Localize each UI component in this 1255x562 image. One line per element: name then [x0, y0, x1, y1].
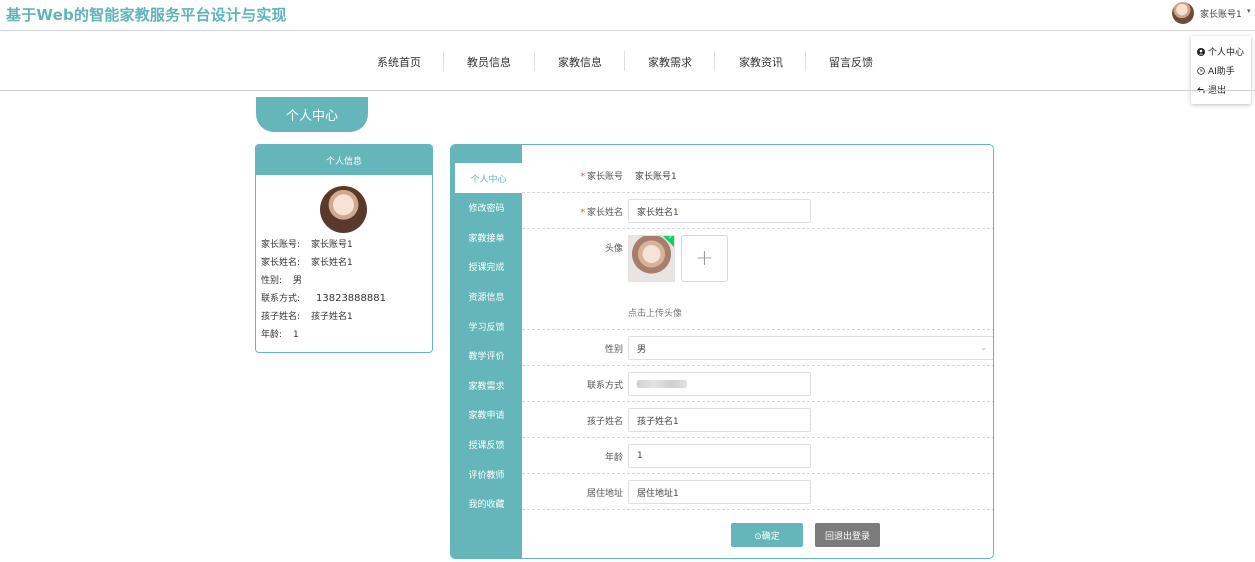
- info-key: 性别:: [261, 276, 283, 286]
- nav-item-feedback[interactable]: 留言反馈: [829, 54, 873, 70]
- form-row-address: 居住地址 居住地址1: [522, 474, 993, 510]
- name-label: 家长姓名: [586, 208, 623, 218]
- redacted-phone: [637, 380, 687, 388]
- info-row: 孩子姓名: 孩子姓名1: [261, 309, 353, 322]
- info-row: 性别: 男: [261, 273, 302, 286]
- side-menu-item-study-feedback[interactable]: 学习反馈: [451, 311, 522, 341]
- form-row-age: 年龄 1: [522, 438, 993, 474]
- nav-item-home[interactable]: 系统首页: [377, 54, 421, 70]
- top-bar: 基于Web的智能家教服务平台设计与实现 家长账号1 ▾: [0, 0, 1255, 31]
- personal-info-card: 个人信息 家长账号: 家长账号1 家长姓名: 家长姓名1 性别: 男 联系方式: 138…: [255, 144, 433, 353]
- form-row-gender: 性别 男 ⌄: [522, 330, 993, 366]
- side-menu-item-teaching-review[interactable]: 教学评价: [451, 340, 522, 370]
- info-value: 1: [293, 330, 299, 340]
- nav-divider: [805, 51, 806, 71]
- side-menu-item-rate-teacher[interactable]: 评价教师: [451, 459, 522, 489]
- address-input[interactable]: 居住地址1: [628, 480, 811, 504]
- info-value: 男: [293, 276, 303, 286]
- field-label: * 家长姓名: [580, 205, 623, 218]
- avatar-label: 头像: [604, 244, 623, 254]
- logout-button[interactable]: 回退出登录: [815, 523, 880, 547]
- nav-divider: [443, 51, 444, 71]
- side-menu-item-lesson-feedback[interactable]: 授课反馈: [451, 429, 522, 459]
- gender-select[interactable]: 男 ⌄: [628, 336, 993, 360]
- child-name-input[interactable]: 孩子姓名1: [628, 408, 811, 432]
- nav-item-news[interactable]: 家教资讯: [739, 54, 783, 70]
- info-key: 家长账号:: [261, 240, 301, 250]
- info-value: 家长账号1: [311, 240, 353, 250]
- side-menu-item-orders[interactable]: 家教接单: [451, 222, 522, 252]
- side-menu-item-favorites[interactable]: 我的收藏: [451, 488, 522, 518]
- required-mark: *: [580, 208, 585, 218]
- info-key: 联系方式:: [261, 294, 301, 304]
- info-key: 家长姓名:: [261, 258, 301, 268]
- contact-label: 联系方式: [586, 381, 623, 391]
- side-menu-item-personal-center[interactable]: 个人中心: [455, 163, 522, 193]
- form-row-avatar: 头像 ✓ + 点击上传头像: [522, 229, 993, 330]
- gender-value: 男: [637, 344, 647, 355]
- field-label: * 家长账号: [580, 169, 623, 182]
- profile-form-card: 个人中心 修改密码 家教接单 授课完成 资源信息 学习反馈 教学评价 家教需求 …: [450, 144, 994, 559]
- info-row: 家长姓名: 家长姓名1: [261, 255, 353, 268]
- form-row-contact: 联系方式: [522, 366, 993, 402]
- age-input[interactable]: 1: [628, 444, 811, 468]
- info-key: 孩子姓名:: [261, 312, 301, 322]
- nav-divider: [624, 51, 625, 71]
- address-label: 居住地址: [586, 489, 623, 499]
- nav-divider: [534, 51, 535, 71]
- confirm-button[interactable]: ⊙确定: [731, 523, 803, 547]
- info-value: 家长姓名1: [311, 258, 353, 268]
- main-nav: 系统首页 教员信息 家教信息 家教需求 家教资讯 留言反馈: [0, 31, 1255, 91]
- side-menu-item-change-password[interactable]: 修改密码: [451, 192, 522, 222]
- upload-button[interactable]: +: [681, 235, 728, 282]
- info-row: 年龄: 1: [261, 327, 299, 340]
- info-value: 13823888881: [316, 293, 386, 304]
- user-menu-name[interactable]: 家长账号1: [1200, 7, 1242, 20]
- nav-item-teachers[interactable]: 教员信息: [467, 54, 511, 70]
- contact-input[interactable]: [628, 372, 811, 396]
- side-menu-item-applications[interactable]: 家教申请: [451, 399, 522, 429]
- side-menu-item-resources[interactable]: 资源信息: [451, 281, 522, 311]
- nav-item-tutoring-info[interactable]: 家教信息: [558, 54, 602, 70]
- info-row: 家长账号: 家长账号1: [261, 237, 353, 250]
- check-icon: ✓: [667, 234, 673, 241]
- form-row-account: * 家长账号 家长账号1: [522, 157, 993, 193]
- account-value: 家长账号1: [635, 172, 677, 182]
- info-value: 孩子姓名1: [311, 312, 353, 322]
- nav-item-tutoring-demand[interactable]: 家教需求: [648, 54, 692, 70]
- section-title-tab: 个人中心: [256, 97, 368, 132]
- gender-label: 性别: [604, 345, 623, 355]
- avatar-thumbnail[interactable]: ✓: [628, 234, 675, 282]
- account-label: 家长账号: [586, 172, 623, 182]
- user-avatar[interactable]: [1172, 2, 1194, 24]
- child-name-label: 孩子姓名: [586, 417, 623, 427]
- side-menu-item-demands[interactable]: 家教需求: [451, 370, 522, 400]
- chevron-down-icon[interactable]: ▾: [1247, 7, 1251, 15]
- age-label: 年龄: [604, 453, 623, 463]
- site-title: 基于Web的智能家教服务平台设计与实现: [6, 6, 287, 24]
- form-row-name: * 家长姓名 家长姓名1: [522, 193, 993, 229]
- info-card-title: 个人信息: [256, 145, 432, 175]
- upload-hint: 点击上传头像: [628, 309, 683, 319]
- info-row: 联系方式: 13823888881: [261, 291, 386, 304]
- info-key: 年龄:: [261, 330, 283, 340]
- required-mark: *: [580, 172, 585, 182]
- chevron-down-icon: ⌄: [980, 343, 987, 352]
- nav-divider: [714, 51, 715, 71]
- side-menu-item-lessons-done[interactable]: 授课完成: [451, 251, 522, 281]
- side-menu: 个人中心 修改密码 家教接单 授课完成 资源信息 学习反馈 教学评价 家教需求 …: [451, 145, 522, 558]
- profile-avatar: [320, 186, 367, 233]
- form-row-child-name: 孩子姓名 孩子姓名1: [522, 402, 993, 438]
- name-input[interactable]: 家长姓名1: [628, 199, 811, 223]
